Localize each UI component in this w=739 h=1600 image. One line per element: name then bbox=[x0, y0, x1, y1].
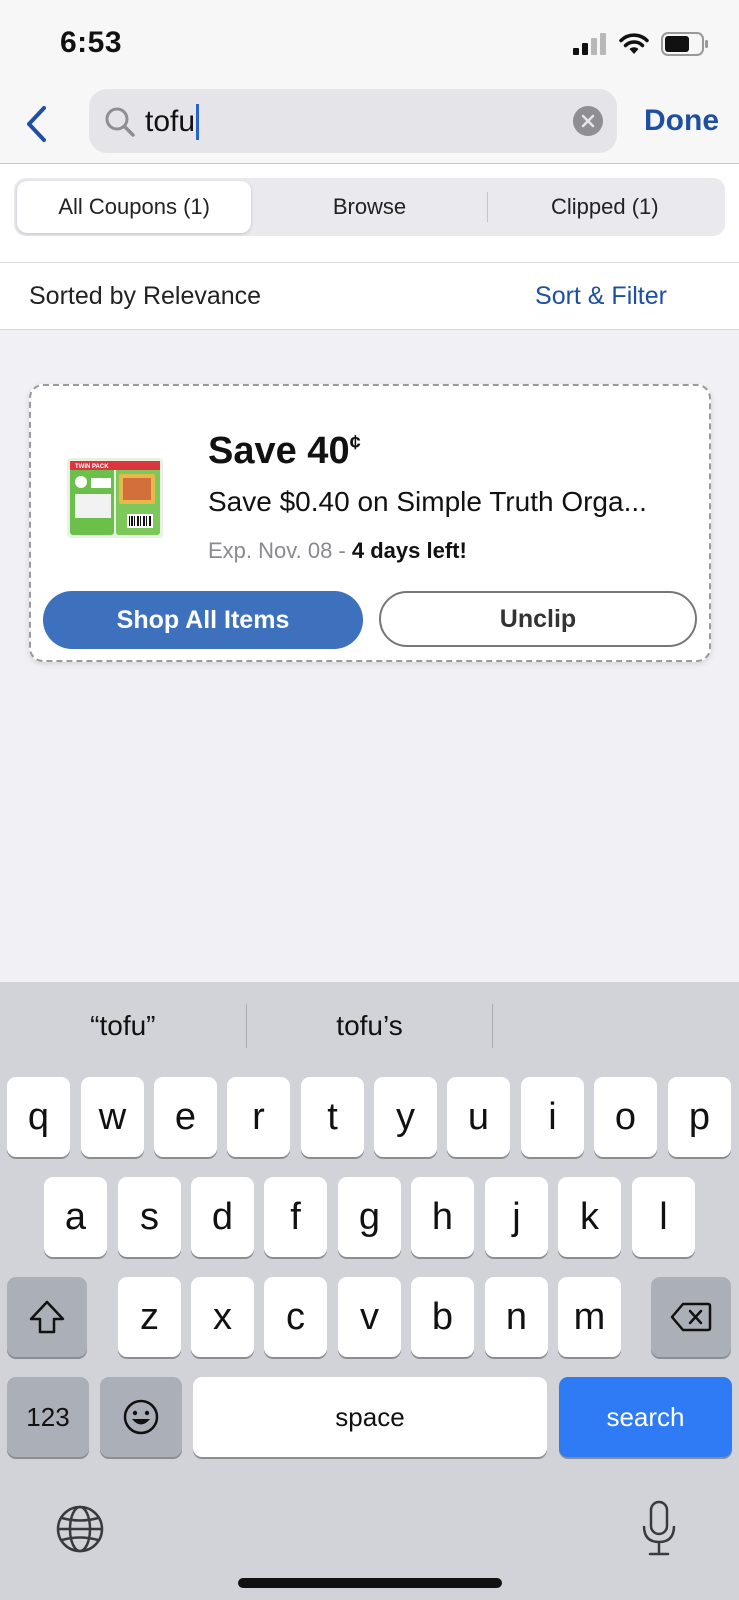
coupon-expiry-date: Exp. Nov. 08 - bbox=[208, 538, 352, 563]
coupon-days-left: 4 days left! bbox=[351, 538, 467, 563]
key[interactable]: n bbox=[485, 1277, 548, 1357]
coupon-card[interactable]: TWIN PACK Save 40¢ Save $0.40 on Simple … bbox=[29, 384, 711, 662]
coupon-expiry: Exp. Nov. 08 - 4 days left! bbox=[208, 538, 467, 564]
search-header: tofu Done bbox=[0, 86, 739, 164]
key[interactable]: s bbox=[118, 1177, 181, 1257]
backspace-icon bbox=[670, 1302, 712, 1332]
key[interactable]: r bbox=[227, 1077, 290, 1157]
key[interactable]: p bbox=[668, 1077, 731, 1157]
product-image-text: TWIN PACK bbox=[75, 464, 109, 470]
key[interactable]: o bbox=[594, 1077, 657, 1157]
emoji-icon bbox=[123, 1399, 159, 1435]
keyboard-suggestions: “tofu” tofu’s bbox=[0, 982, 739, 1070]
key[interactable]: d bbox=[191, 1177, 254, 1257]
coupon-unit: ¢ bbox=[349, 432, 361, 454]
search-query: tofu bbox=[145, 104, 200, 140]
key[interactable]: y bbox=[374, 1077, 437, 1157]
key[interactable]: w bbox=[81, 1077, 144, 1157]
key[interactable]: v bbox=[338, 1277, 401, 1357]
product-image: TWIN PACK bbox=[67, 458, 163, 538]
key[interactable]: m bbox=[558, 1277, 621, 1357]
battery-icon bbox=[661, 32, 708, 56]
key[interactable]: i bbox=[521, 1077, 584, 1157]
done-button[interactable]: Done bbox=[644, 104, 719, 138]
keyboard-row-4: 123 space search bbox=[0, 1377, 739, 1459]
home-indicator[interactable] bbox=[238, 1578, 502, 1588]
search-key[interactable]: search bbox=[559, 1377, 732, 1457]
keyboard-row-2: a s d f g h j k l bbox=[0, 1177, 739, 1259]
coupon-amount: Save 40 bbox=[208, 430, 350, 472]
key[interactable]: k bbox=[558, 1177, 621, 1257]
key[interactable]: a bbox=[44, 1177, 107, 1257]
keyboard-row-3: z x c v b n m bbox=[0, 1277, 739, 1359]
shift-icon bbox=[29, 1300, 65, 1334]
numbers-key[interactable]: 123 bbox=[7, 1377, 89, 1457]
sort-label: Sorted by Relevance bbox=[29, 282, 262, 310]
key[interactable]: b bbox=[411, 1277, 474, 1357]
coupon-description: Save $0.40 on Simple Truth Orga... bbox=[208, 486, 647, 517]
space-key[interactable]: space bbox=[193, 1377, 547, 1457]
key[interactable]: j bbox=[485, 1177, 548, 1257]
key[interactable]: h bbox=[411, 1177, 474, 1257]
globe-icon[interactable] bbox=[55, 1504, 105, 1554]
sort-bar: Sorted by Relevance Sort & Filter bbox=[0, 263, 739, 330]
shift-key[interactable] bbox=[7, 1277, 87, 1357]
text-cursor bbox=[196, 104, 200, 140]
sort-filter-button[interactable]: Sort & Filter bbox=[535, 282, 667, 311]
segmented-control: All Coupons (1) Browse Clipped (1) bbox=[14, 178, 725, 236]
suggestion-item[interactable]: “tofu” bbox=[0, 1010, 246, 1042]
suggestion-divider bbox=[492, 1004, 494, 1048]
key[interactable]: z bbox=[118, 1277, 181, 1357]
back-button[interactable] bbox=[18, 102, 54, 146]
key[interactable]: l bbox=[632, 1177, 695, 1257]
keyboard: “tofu” tofu’s q w e r t y u i o p a s d … bbox=[0, 982, 739, 1600]
search-icon bbox=[105, 107, 135, 137]
close-icon bbox=[581, 114, 595, 128]
tab-browse[interactable]: Browse bbox=[252, 181, 486, 233]
clear-search-button[interactable] bbox=[573, 106, 603, 136]
key[interactable]: q bbox=[7, 1077, 70, 1157]
key[interactable]: u bbox=[447, 1077, 510, 1157]
emoji-key[interactable] bbox=[100, 1377, 182, 1457]
delete-key[interactable] bbox=[651, 1277, 731, 1357]
microphone-icon[interactable] bbox=[640, 1500, 678, 1558]
tab-all-coupons[interactable]: All Coupons (1) bbox=[17, 181, 252, 233]
tab-clipped[interactable]: Clipped (1) bbox=[488, 181, 722, 233]
cellular-signal-icon bbox=[573, 33, 606, 55]
coupon-title: Save 40¢ bbox=[208, 430, 361, 473]
status-time: 6:53 bbox=[60, 26, 123, 59]
search-input[interactable]: tofu bbox=[89, 89, 617, 153]
key[interactable]: c bbox=[264, 1277, 327, 1357]
chevron-left-icon bbox=[27, 106, 46, 142]
unclip-button[interactable]: Unclip bbox=[379, 591, 697, 647]
status-bar: 6:53 bbox=[0, 0, 739, 86]
suggestion-item[interactable]: tofu’s bbox=[247, 1010, 493, 1042]
status-icons bbox=[573, 32, 709, 56]
key[interactable]: f bbox=[264, 1177, 327, 1257]
keyboard-row-1: q w e r t y u i o p bbox=[0, 1077, 739, 1159]
wifi-icon bbox=[619, 33, 649, 54]
key[interactable]: x bbox=[191, 1277, 254, 1357]
search-query-text: tofu bbox=[145, 105, 196, 138]
coupon-tabs: All Coupons (1) Browse Clipped (1) bbox=[0, 164, 739, 263]
key[interactable]: g bbox=[338, 1177, 401, 1257]
key[interactable]: e bbox=[154, 1077, 217, 1157]
key[interactable]: t bbox=[301, 1077, 364, 1157]
shop-all-items-button[interactable]: Shop All Items bbox=[43, 591, 363, 649]
